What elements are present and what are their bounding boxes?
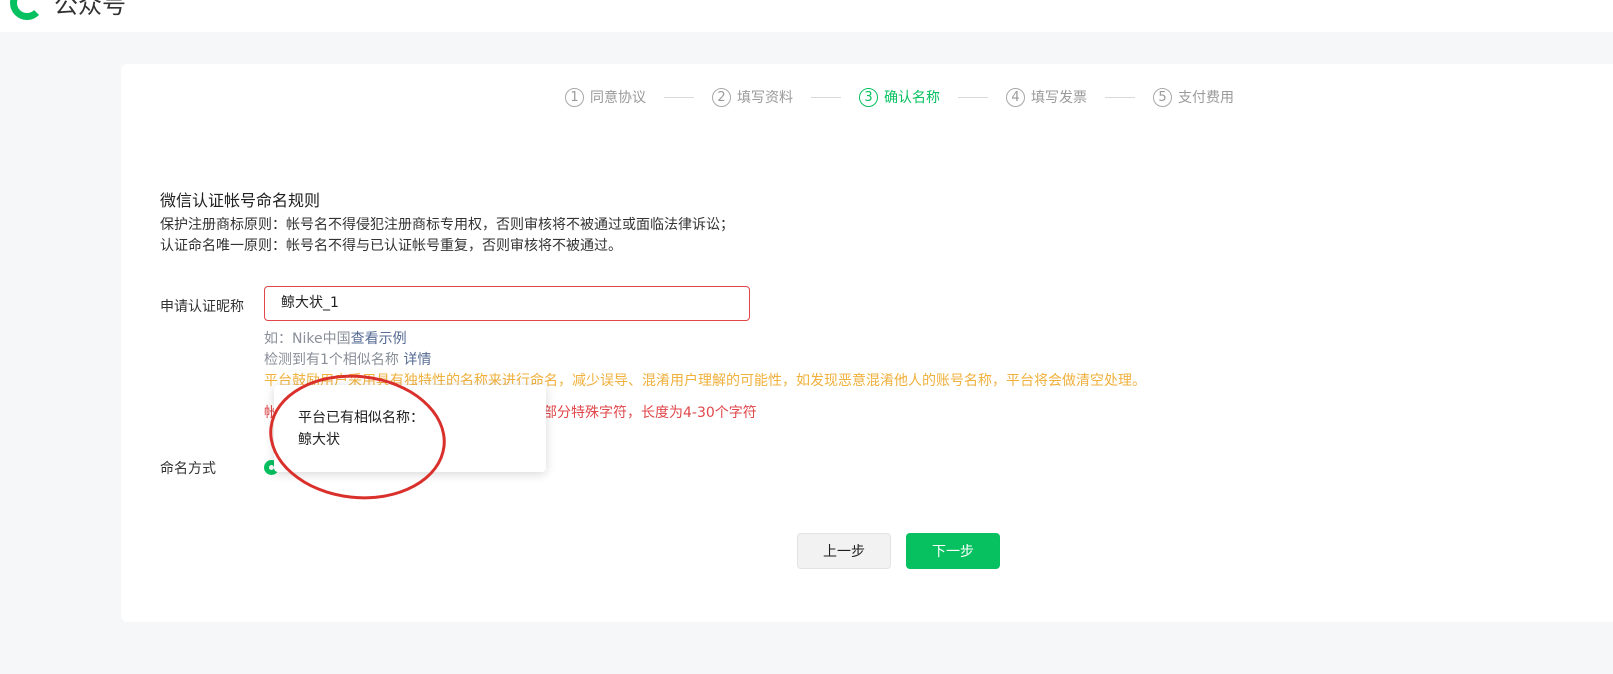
- step-5[interactable]: 5 支付费用: [1153, 87, 1234, 107]
- naming-method-label: 命名方式: [160, 461, 216, 477]
- nickname-label: 申请认证昵称: [160, 299, 244, 315]
- example-hint: 如：Nike中国查看示例: [264, 329, 407, 349]
- example-hint-text: 如：Nike中国: [264, 331, 351, 347]
- top-bar: 公众号: [0, 0, 1613, 32]
- step-label: 填写发票: [1031, 90, 1087, 106]
- unique-name-rule: 认证命名唯一原则：帐号名不得与已认证帐号重复，否则审核将不被通过。: [160, 238, 622, 254]
- step-4[interactable]: 4 填写发票: [1006, 87, 1087, 107]
- naming-rules-title: 微信认证帐号命名规则: [160, 191, 321, 210]
- step-divider: [958, 96, 988, 98]
- step-indicator: 1 同意协议 2 填写资料 3 确认名称 4 填写发票 5 支付费用: [565, 85, 1234, 109]
- view-example-link[interactable]: 查看示例: [351, 331, 407, 347]
- step-divider: [1105, 96, 1135, 98]
- step-label: 填写资料: [737, 90, 793, 106]
- step-2[interactable]: 2 填写资料: [712, 87, 793, 107]
- brand-title: 公众号: [54, 0, 126, 19]
- step-3[interactable]: 3 确认名称: [859, 87, 940, 107]
- similar-name-hint: 检测到有1个相似名称 详情: [264, 350, 431, 370]
- step-1[interactable]: 1 同意协议: [565, 87, 646, 107]
- step-number: 3: [859, 87, 878, 107]
- step-number: 4: [1006, 87, 1025, 107]
- similar-details-link[interactable]: 详情: [403, 352, 431, 368]
- error-message-end: 部分特殊字符，长度为4-30个字符: [543, 405, 757, 421]
- step-number: 2: [712, 87, 731, 107]
- step-divider: [664, 96, 694, 98]
- trademark-rule: 保护注册商标原则：帐号名不得侵犯注册商标专用权，否则审核将不被通过或面临法律诉讼…: [160, 217, 734, 233]
- step-label: 支付费用: [1178, 90, 1234, 106]
- similar-name-text: 检测到有1个相似名称: [264, 352, 404, 368]
- step-divider: [811, 96, 841, 98]
- step-number: 5: [1153, 87, 1172, 107]
- next-step-button[interactable]: 下一步: [906, 533, 1000, 569]
- step-label: 确认名称: [884, 90, 940, 106]
- step-label: 同意协议: [590, 90, 646, 106]
- wechat-logo-icon: [10, 0, 44, 20]
- nickname-input[interactable]: 鲸大状_1: [264, 286, 750, 321]
- main-card: 1 同意协议 2 填写资料 3 确认名称 4 填写发票 5 支付费用 微信认证帐…: [121, 64, 1613, 622]
- step-number: 1: [565, 87, 584, 107]
- previous-step-button[interactable]: 上一步: [797, 533, 891, 569]
